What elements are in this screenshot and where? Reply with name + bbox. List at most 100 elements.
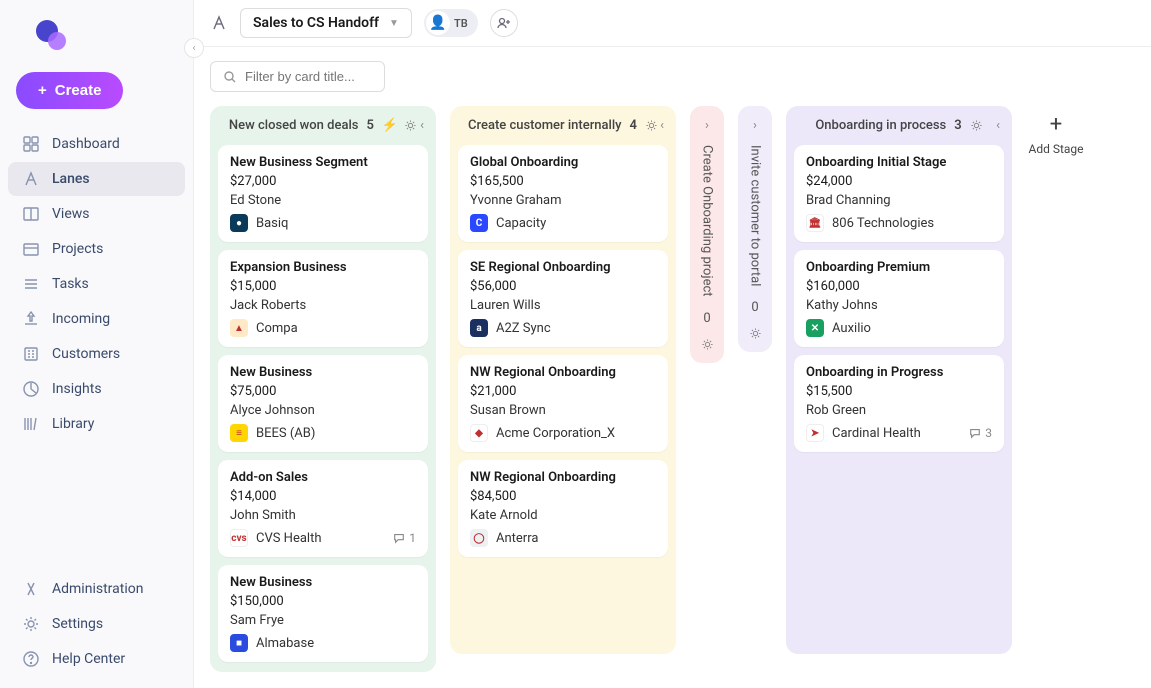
company-icon: ✕ [806,319,824,337]
card-person: Alyce Johnson [230,403,416,418]
card-person: John Smith [230,508,416,523]
gear-icon[interactable] [970,119,983,132]
sidebar-item-label: Settings [52,616,103,632]
card[interactable]: New Business Segment $27,000 Ed Stone ● … [218,145,428,242]
dashboard-icon [22,135,40,153]
column: Create customer internally 4 ‹ Global On… [450,106,676,654]
card[interactable]: SE Regional Onboarding $56,000 Lauren Wi… [458,250,668,347]
chevron-left-icon[interactable]: ‹ [996,118,1000,133]
insights-icon [22,380,40,398]
card-amount: $75,000 [230,384,416,399]
card-amount: $150,000 [230,594,416,609]
user-initials: TB [454,17,468,30]
card[interactable]: NW Regional Onboarding $84,500 Kate Arno… [458,460,668,557]
card-amount: $15,500 [806,384,992,399]
column-count: 5 [366,118,373,133]
add-stage-button[interactable]: +Add Stage [1026,106,1086,156]
sidebar-item-projects[interactable]: Projects [8,232,185,266]
sidebar-item-views[interactable]: Views [8,197,185,231]
company-name: Compa [256,321,298,336]
card-person: Kate Arnold [470,508,656,523]
filter-input-wrap[interactable] [210,61,385,92]
sidebar-item-lanes[interactable]: Lanes [8,162,185,196]
card[interactable]: Expansion Business $15,000 Jack Roberts … [218,250,428,347]
lane-selector[interactable]: Sales to CS Handoff ▼ [240,8,412,38]
column-header: New closed won deals 5 ⚡ ‹ [218,116,428,137]
card-title: New Business [230,365,416,380]
library-icon [22,415,40,433]
card[interactable]: New Business $150,000 Sam Frye ■ Almabas… [218,565,428,662]
sidebar-item-insights[interactable]: Insights [8,372,185,406]
card-title: NW Regional Onboarding [470,365,656,380]
gear-icon[interactable] [404,119,417,132]
sidebar-item-tasks[interactable]: Tasks [8,267,185,301]
plus-icon: + [1050,114,1062,136]
gear-icon[interactable] [645,119,658,132]
card-person: Susan Brown [470,403,656,418]
bolt-icon: ⚡ [382,118,398,133]
sidebar-item-library[interactable]: Library [8,407,185,441]
sidebar-item-help[interactable]: Help Center [8,642,185,676]
sidebar-item-dashboard[interactable]: Dashboard [8,127,185,161]
column-collapsed[interactable]: › Create Onboarding project 0 [690,106,724,363]
user-chip[interactable]: 👤 TB [424,9,478,37]
nav-footer: Administration Settings Help Center [8,572,185,676]
card-amount: $24,000 [806,174,992,189]
company-icon: ▲ [230,319,248,337]
card-footer: ✕ Auxilio [806,319,992,337]
sidebar-item-label: Projects [52,241,103,257]
company-name: Basiq [256,216,288,231]
column-title: Create customer internally [468,118,622,133]
column-header: Create customer internally 4 ‹ [458,116,668,137]
company-icon: 🏛 [806,214,824,232]
sidebar: + Create Dashboard Lanes Views Projects … [0,0,194,688]
company-icon: ● [230,214,248,232]
gear-icon[interactable] [701,338,714,351]
sidebar-collapse-handle[interactable]: ‹ [184,38,204,58]
card[interactable]: NW Regional Onboarding $21,000 Susan Bro… [458,355,668,452]
views-icon [22,205,40,223]
card-footer: ➤ Cardinal Health 3 [806,424,992,442]
chevron-left-icon[interactable]: ‹ [420,118,424,133]
card-title: NW Regional Onboarding [470,470,656,485]
card-footer: C Capacity [470,214,656,232]
company-icon: ≡ [230,424,248,442]
plus-icon: + [38,82,47,99]
create-button[interactable]: + Create [16,72,123,109]
filter-row [194,47,1151,106]
card[interactable]: Add-on Sales $14,000 John Smith cvs CVS … [218,460,428,557]
board: New closed won deals 5 ⚡ ‹ New Business … [194,106,1151,688]
card[interactable]: Onboarding in Progress $15,500 Rob Green… [794,355,1004,452]
card-title: New Business [230,575,416,590]
card-footer: ◯ Anterra [470,529,656,547]
chevron-left-icon[interactable]: ‹ [660,118,664,133]
nav-primary: Dashboard Lanes Views Projects Tasks Inc… [8,127,185,441]
company-name: Almabase [256,636,314,651]
sidebar-item-settings[interactable]: Settings [8,607,185,641]
sidebar-item-customers[interactable]: Customers [8,337,185,371]
card-footer: ▲ Compa [230,319,416,337]
gear-icon[interactable] [749,327,762,340]
card-footer: ≡ BEES (AB) [230,424,416,442]
card[interactable]: Onboarding Premium $160,000 Kathy Johns … [794,250,1004,347]
company-name: CVS Health [256,531,322,546]
sidebar-item-incoming[interactable]: Incoming [8,302,185,336]
column: Onboarding in process 3 ‹ Onboarding Ini… [786,106,1012,654]
card[interactable]: Global Onboarding $165,500 Yvonne Graham… [458,145,668,242]
card-footer: a A2Z Sync [470,319,656,337]
projects-icon [22,240,40,258]
card-amount: $15,000 [230,279,416,294]
card-person: Brad Channing [806,193,992,208]
filter-input[interactable] [245,69,372,84]
card[interactable]: New Business $75,000 Alyce Johnson ≡ BEE… [218,355,428,452]
search-icon [223,70,237,84]
company-name: BEES (AB) [256,426,315,441]
sidebar-item-administration[interactable]: Administration [8,572,185,606]
sidebar-item-label: Incoming [52,311,110,327]
card[interactable]: Onboarding Initial Stage $24,000 Brad Ch… [794,145,1004,242]
column-collapsed[interactable]: › Invite customer to portal 0 [738,106,772,352]
add-user-button[interactable] [490,9,518,37]
comment-count: 3 [969,426,992,440]
card-amount: $165,500 [470,174,656,189]
sidebar-item-label: Views [52,206,90,222]
